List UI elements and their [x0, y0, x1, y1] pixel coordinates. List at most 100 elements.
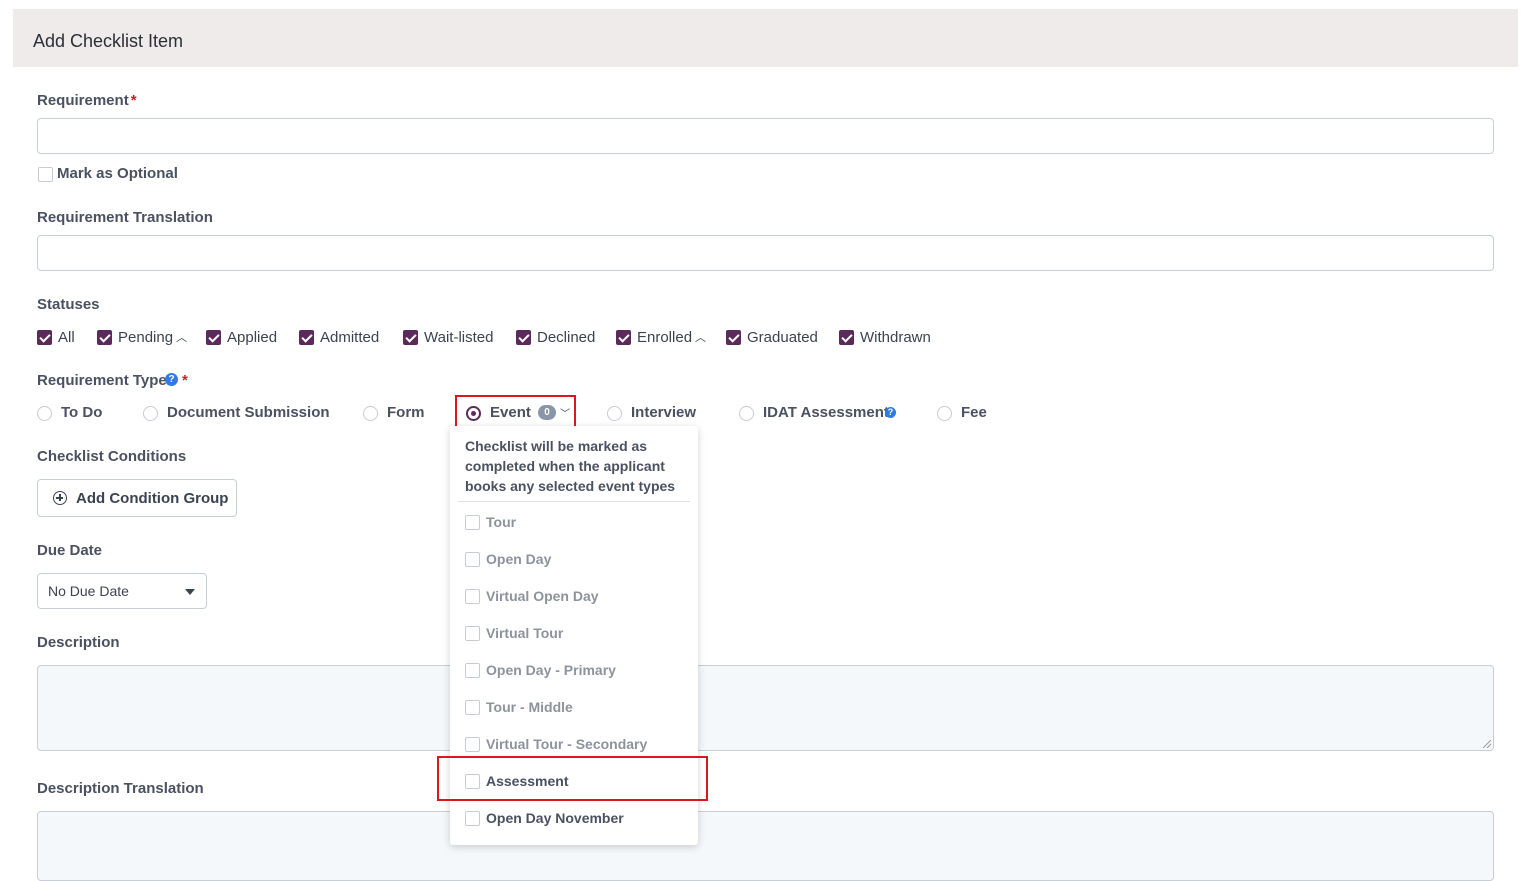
- status-label: Enrolled: [637, 328, 693, 346]
- status-pending[interactable]: Pending ︿: [97, 328, 187, 346]
- status-label: Withdrawn: [860, 328, 931, 346]
- mark-optional-checkbox[interactable]: [38, 167, 53, 182]
- event-type-checkbox[interactable]: [465, 699, 480, 715]
- requirement-label: Requirement *: [37, 92, 137, 109]
- radio-form[interactable]: [363, 406, 378, 421]
- status-enrolled-checkbox[interactable]: [616, 329, 631, 345]
- status-label: Declined: [537, 328, 596, 346]
- event-type-label: Virtual Open Day: [486, 588, 599, 604]
- status-applied-checkbox[interactable]: [206, 329, 221, 345]
- requirement-type-label: Requirement Type: [37, 372, 167, 389]
- status-enrolled[interactable]: Enrolled ︿: [616, 328, 706, 346]
- required-asterisk: *: [130, 92, 137, 109]
- radio-fee[interactable]: [937, 406, 952, 421]
- description-textarea[interactable]: [37, 665, 1494, 751]
- status-label: Pending: [118, 328, 174, 346]
- event-type-label: Virtual Tour: [486, 625, 564, 641]
- radio-label-interview: Interview: [631, 404, 697, 421]
- status-wait-listed-checkbox[interactable]: [403, 329, 418, 345]
- due-date-select[interactable]: No Due Date: [37, 573, 207, 609]
- event-dropdown-description: Checklist will be marked as completed wh…: [465, 438, 676, 494]
- event-type-checkbox[interactable]: [465, 588, 480, 604]
- description-translation-label: Description Translation: [37, 780, 204, 797]
- required-asterisk: *: [182, 372, 188, 389]
- add-condition-group-button[interactable]: Add Condition Group: [37, 479, 237, 517]
- status-pending-checkbox[interactable]: [97, 329, 112, 345]
- event-type-checkbox[interactable]: [465, 662, 480, 678]
- event-type-label: Open Day: [486, 551, 552, 567]
- chevron-up-icon[interactable]: ︿: [176, 329, 187, 345]
- requirement-label-text: Requirement: [37, 92, 129, 109]
- status-admitted[interactable]: Admitted: [299, 328, 379, 346]
- status-withdrawn[interactable]: Withdrawn: [839, 328, 931, 346]
- event-type-checkbox[interactable]: [465, 514, 480, 530]
- event-type-label: Virtual Tour - Secondary: [486, 736, 648, 752]
- status-declined-checkbox[interactable]: [516, 329, 531, 345]
- requirement-input[interactable]: [37, 118, 1494, 154]
- status-admitted-checkbox[interactable]: [299, 329, 314, 345]
- plus-circle-icon: [53, 491, 67, 505]
- event-count-badge: 0: [538, 405, 556, 420]
- event-type-label: Open Day - Primary: [486, 662, 616, 678]
- mark-optional-label: Mark as Optional: [57, 165, 178, 182]
- radio-label-idat-assessment: IDAT Assessment: [763, 404, 889, 421]
- radio-label-fee: Fee: [961, 404, 987, 421]
- add-condition-group-label: Add Condition Group: [76, 489, 229, 507]
- status-label: Applied: [227, 328, 278, 346]
- caret-down-icon: [185, 589, 195, 595]
- chevron-down-icon[interactable]: ﹀: [560, 405, 570, 420]
- status-graduated-checkbox[interactable]: [726, 329, 741, 345]
- status-label: Graduated: [747, 328, 818, 346]
- status-declined[interactable]: Declined: [516, 328, 595, 346]
- status-wait-listed[interactable]: Wait-listed: [403, 328, 493, 346]
- event-type-open-day-november[interactable]: Open Day November: [465, 809, 624, 827]
- event-type-label: Tour: [486, 514, 517, 530]
- assessment-highlight-box: [437, 756, 708, 801]
- due-date-label: Due Date: [37, 542, 103, 559]
- radio-label-to-do: To Do: [61, 404, 103, 421]
- event-type-tour[interactable]: Tour: [465, 513, 516, 531]
- status-all-checkbox[interactable]: [37, 329, 52, 345]
- event-type-label: Open Day November: [486, 810, 624, 826]
- event-type-virtual-open-day[interactable]: Virtual Open Day: [465, 587, 599, 605]
- radio-label-document-submission: Document Submission: [167, 404, 330, 421]
- status-all[interactable]: All: [37, 328, 75, 346]
- radio-document-submission[interactable]: [143, 406, 158, 421]
- event-type-checkbox[interactable]: [465, 736, 480, 752]
- status-label: Admitted: [320, 328, 380, 346]
- dialog-title: Add Checklist Item: [33, 31, 184, 51]
- question-circle-icon[interactable]: ?: [885, 407, 896, 418]
- statuses-label: Statuses: [37, 296, 100, 313]
- event-type-tour-middle[interactable]: Tour - Middle: [465, 698, 573, 716]
- description-label: Description: [37, 634, 120, 651]
- radio-interview[interactable]: [607, 406, 622, 421]
- radio-label-event: Event: [490, 404, 531, 421]
- radio-event[interactable]: [466, 406, 481, 421]
- status-label: Wait-listed: [424, 328, 494, 346]
- resize-handle-icon[interactable]: [1483, 740, 1491, 748]
- checklist-conditions-label: Checklist Conditions: [37, 448, 187, 465]
- event-type-checkbox[interactable]: [465, 810, 480, 826]
- dialog-header: Add Checklist Item: [13, 9, 1518, 67]
- requirement-translation-input[interactable]: [37, 235, 1494, 271]
- status-label: All: [58, 328, 75, 346]
- event-type-checkbox[interactable]: [465, 551, 480, 567]
- event-type-virtual-tour[interactable]: Virtual Tour: [465, 624, 563, 642]
- status-applied[interactable]: Applied: [206, 328, 277, 346]
- chevron-up-icon[interactable]: ︿: [695, 329, 706, 345]
- divider: [458, 501, 690, 502]
- event-type-label: Tour - Middle: [486, 699, 573, 715]
- radio-to-do[interactable]: [37, 406, 52, 421]
- event-type-virtual-tour-secondary[interactable]: Virtual Tour - Secondary: [465, 735, 647, 753]
- status-graduated[interactable]: Graduated: [726, 328, 818, 346]
- event-type-open-day-primary[interactable]: Open Day - Primary: [465, 661, 616, 679]
- radio-label-form: Form: [387, 404, 425, 421]
- question-circle-icon[interactable]: ?: [165, 373, 178, 386]
- due-date-value: No Due Date: [48, 583, 129, 599]
- status-withdrawn-checkbox[interactable]: [839, 329, 854, 345]
- radio-idat-assessment[interactable]: [739, 406, 754, 421]
- description-translation-textarea[interactable]: [37, 811, 1494, 881]
- requirement-translation-label: Requirement Translation: [37, 209, 213, 226]
- event-type-checkbox[interactable]: [465, 625, 480, 641]
- event-type-open-day[interactable]: Open Day: [465, 550, 551, 568]
